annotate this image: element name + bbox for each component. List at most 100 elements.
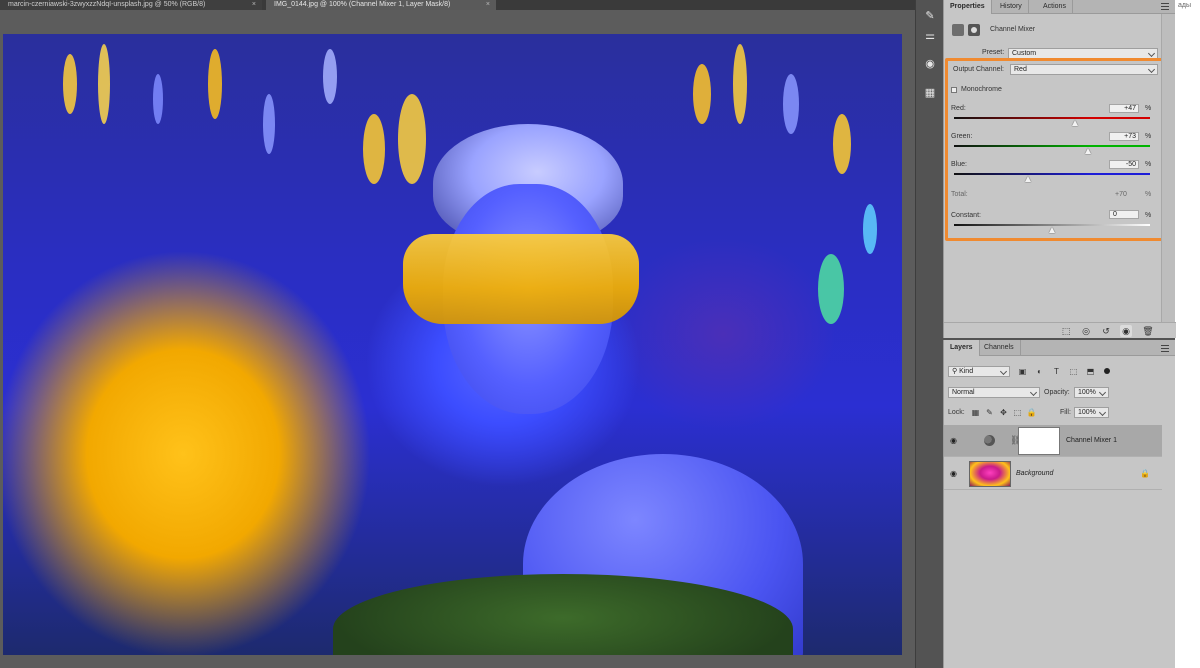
red-percent-unit: % bbox=[1145, 105, 1152, 112]
opacity-value: 100% bbox=[1078, 389, 1096, 396]
photo-subject-glasses bbox=[403, 234, 639, 324]
blue-slider-track[interactable] bbox=[954, 173, 1150, 175]
bokeh-light bbox=[733, 44, 747, 124]
view-previous-state-icon[interactable]: ◎ bbox=[1080, 325, 1092, 337]
constant-label: Constant: bbox=[951, 212, 981, 219]
bokeh-light bbox=[323, 49, 337, 104]
layer-row-channel-mixer[interactable]: ◉ ⛓ Channel Mixer 1 bbox=[944, 425, 1162, 457]
green-slider-thumb[interactable] bbox=[1084, 148, 1091, 154]
bokeh-light bbox=[818, 254, 844, 324]
layer-mask-icon[interactable] bbox=[968, 24, 980, 36]
image-canvas[interactable] bbox=[3, 34, 902, 655]
tab-properties[interactable]: Properties bbox=[944, 0, 992, 14]
fill-input[interactable]: 100% bbox=[1074, 407, 1109, 418]
output-channel-label: Output Channel: bbox=[953, 66, 1004, 73]
bokeh-light bbox=[98, 44, 110, 124]
red-slider-thumb[interactable] bbox=[1072, 120, 1079, 126]
chevron-down-icon bbox=[1098, 408, 1107, 417]
properties-panel: Properties History Actions Channel Mixer… bbox=[943, 0, 1176, 338]
tab-layers[interactable]: Layers bbox=[944, 340, 980, 356]
chevron-down-icon bbox=[1147, 65, 1156, 74]
document-tab-img0144[interactable]: IMG_0144.jpg @ 100% (Channel Mixer 1, La… bbox=[266, 0, 496, 10]
opacity-input[interactable]: 100% bbox=[1074, 387, 1109, 398]
clip-to-layer-icon[interactable]: ⬚ bbox=[1060, 325, 1072, 337]
channel-mixer-properties: Channel Mixer Preset: Custom Output Chan… bbox=[944, 14, 1168, 324]
lock-artboard-icon[interactable]: ⬚ bbox=[1012, 407, 1023, 418]
red-slider-label: Red: bbox=[951, 105, 966, 112]
color-palette-icon[interactable]: ◉ bbox=[921, 54, 939, 72]
red-value-input[interactable]: +47 bbox=[1109, 104, 1139, 113]
lock-image-pixels-icon[interactable]: ✎ bbox=[984, 407, 995, 418]
photoshop-window: marcin-czerniawski-3zwyxzzNdqI-unsplash.… bbox=[0, 0, 1176, 668]
constant-slider-thumb[interactable] bbox=[1049, 227, 1055, 233]
properties-scrollbar[interactable] bbox=[1161, 14, 1175, 322]
visibility-icon[interactable]: ◉ bbox=[1120, 325, 1132, 337]
bokeh-light bbox=[783, 74, 799, 134]
adjustment-layer-filter-icon[interactable]: ◐ bbox=[1034, 366, 1045, 377]
layer-row-background[interactable]: ◉ Background 🔒 bbox=[944, 458, 1162, 490]
blend-mode-dropdown[interactable]: Normal bbox=[948, 387, 1040, 398]
delete-icon[interactable]: 🗑 bbox=[1142, 325, 1154, 337]
lock-label: Lock: bbox=[948, 409, 965, 416]
panel-icon-strip: ✎ ⚌ ◉ ▦ bbox=[915, 0, 943, 668]
layer-mask-thumbnail[interactable] bbox=[1018, 427, 1060, 455]
adjustment-title: Channel Mixer bbox=[990, 26, 1036, 33]
channel-mixer-adjustment-icon[interactable] bbox=[952, 24, 964, 36]
tab-history[interactable]: History bbox=[994, 0, 1029, 14]
blue-slider-thumb[interactable] bbox=[1024, 176, 1031, 182]
pixel-layer-filter-icon[interactable]: ▣ bbox=[1017, 366, 1028, 377]
chevron-down-icon bbox=[1147, 49, 1156, 58]
eye-visibility-icon[interactable]: ◉ bbox=[950, 469, 960, 478]
chevron-down-icon bbox=[1029, 388, 1038, 397]
eye-visibility-icon[interactable]: ◉ bbox=[950, 436, 960, 445]
brush-settings-icon[interactable]: ✎ bbox=[921, 6, 939, 24]
blue-value-input[interactable]: -50 bbox=[1109, 160, 1139, 169]
panel-menu-icon[interactable] bbox=[1161, 3, 1169, 10]
lock-all-icon[interactable]: 🔒 bbox=[1026, 407, 1037, 418]
monochrome-label: Monochrome bbox=[961, 86, 1002, 93]
type-layer-filter-icon[interactable]: T bbox=[1051, 366, 1062, 377]
bokeh-light bbox=[63, 54, 77, 114]
properties-panel-tabs: Properties History Actions bbox=[944, 0, 1175, 14]
close-icon[interactable]: × bbox=[252, 0, 256, 9]
close-icon[interactable]: × bbox=[486, 0, 490, 9]
lock-position-icon[interactable]: ✥ bbox=[998, 407, 1009, 418]
blue-percent-unit: % bbox=[1145, 161, 1152, 168]
tab-actions[interactable]: Actions bbox=[1037, 0, 1073, 14]
blend-opacity-row: Normal Opacity: 100% bbox=[944, 387, 1162, 401]
constant-percent-unit: % bbox=[1145, 212, 1152, 219]
layer-name: Background bbox=[1016, 470, 1054, 477]
panel-menu-icon[interactable] bbox=[1161, 345, 1169, 352]
filter-toggle-icon[interactable] bbox=[1104, 368, 1110, 374]
lock-transparent-pixels-icon[interactable]: ▦ bbox=[970, 407, 981, 418]
total-label: Total: bbox=[951, 191, 968, 198]
document-tab-bar: marcin-czerniawski-3zwyxzzNdqI-unsplash.… bbox=[0, 0, 915, 10]
total-value: +70 bbox=[1115, 191, 1127, 198]
shape-layer-filter-icon[interactable]: ⬚ bbox=[1068, 366, 1079, 377]
reset-icon[interactable]: ↺ bbox=[1100, 325, 1112, 337]
bokeh-light bbox=[833, 114, 851, 174]
red-slider-track[interactable] bbox=[954, 117, 1150, 119]
monochrome-checkbox[interactable] bbox=[951, 87, 957, 93]
tab-channels[interactable]: Channels bbox=[978, 340, 1021, 356]
adjust-sliders-icon[interactable]: ⚌ bbox=[921, 26, 939, 44]
chevron-down-icon bbox=[999, 367, 1008, 376]
chevron-down-icon bbox=[1098, 388, 1107, 397]
output-channel-dropdown[interactable]: Red bbox=[1010, 64, 1158, 75]
grid-table-icon[interactable]: ▦ bbox=[921, 83, 939, 101]
preset-label: Preset: bbox=[982, 49, 1005, 56]
constant-value-input[interactable]: 0 bbox=[1109, 210, 1139, 219]
fill-label: Fill: bbox=[1060, 409, 1071, 416]
layer-kind-dropdown[interactable]: ⚲ Kind bbox=[948, 366, 1010, 377]
lock-fill-row: Lock: ▦ ✎ ✥ ⬚ 🔒 Fill: 100% bbox=[944, 407, 1162, 421]
green-value-input[interactable]: +73 bbox=[1109, 132, 1139, 141]
constant-slider-track[interactable] bbox=[954, 224, 1150, 226]
bokeh-light bbox=[263, 94, 275, 154]
preset-value: Custom bbox=[1012, 50, 1037, 57]
smart-object-filter-icon[interactable]: ⬒ bbox=[1085, 366, 1096, 377]
bokeh-light bbox=[153, 74, 163, 124]
green-slider-track[interactable] bbox=[954, 145, 1150, 147]
document-tab-unsplash[interactable]: marcin-czerniawski-3zwyxzzNdqI-unsplash.… bbox=[0, 0, 262, 10]
bokeh-light bbox=[693, 64, 711, 124]
layer-name: Channel Mixer 1 bbox=[1066, 437, 1117, 444]
